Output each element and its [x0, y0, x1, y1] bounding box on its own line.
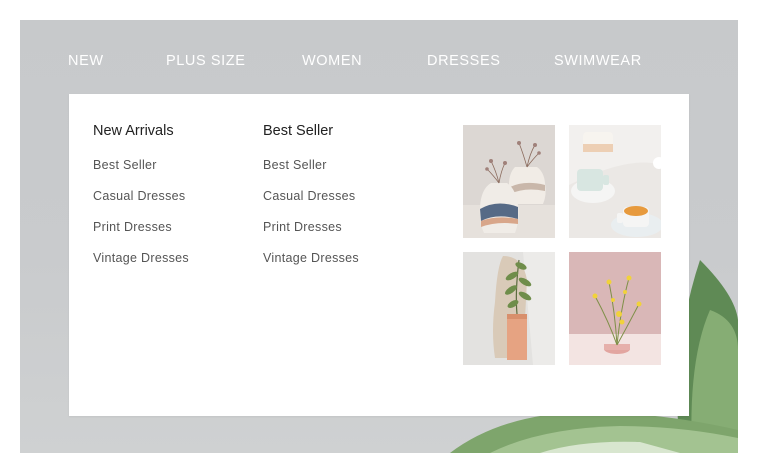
thumbnail-vase-with-sprig[interactable]: [463, 252, 555, 365]
menu-link-vintage-dresses[interactable]: Vintage Dresses: [93, 252, 189, 283]
menu-link-casual-dresses[interactable]: Casual Dresses: [93, 190, 189, 221]
menu-column-best-seller: Best Seller Best Seller Casual Dresses P…: [263, 123, 359, 283]
thumbnail-ceramic-vases[interactable]: [463, 125, 555, 238]
menu-link-vintage-dresses[interactable]: Vintage Dresses: [263, 252, 359, 283]
menu-link-best-seller[interactable]: Best Seller: [93, 159, 189, 190]
nav-item-dresses[interactable]: DRESSES: [427, 53, 501, 69]
thumbnail-yellow-flowers[interactable]: [569, 252, 661, 365]
menu-link-casual-dresses[interactable]: Casual Dresses: [263, 190, 359, 221]
hero-background: NEW PLUS SIZE WOMEN DRESSES SWIMWEAR New…: [20, 20, 738, 453]
main-navigation: NEW PLUS SIZE WOMEN DRESSES SWIMWEAR: [20, 20, 738, 94]
menu-link-print-dresses[interactable]: Print Dresses: [263, 221, 359, 252]
menu-link-best-seller[interactable]: Best Seller: [263, 159, 359, 190]
nav-item-plus-size[interactable]: PLUS SIZE: [166, 53, 246, 69]
nav-item-new[interactable]: NEW: [68, 53, 104, 69]
mega-menu-dropdown: New Arrivals Best Seller Casual Dresses …: [69, 94, 689, 416]
thumbnail-ceramic-cups[interactable]: [569, 125, 661, 238]
column-heading: Best Seller: [263, 123, 334, 139]
column-heading: New Arrivals: [93, 123, 174, 139]
nav-item-women[interactable]: WOMEN: [302, 53, 362, 69]
nav-item-swimwear[interactable]: SWIMWEAR: [554, 53, 642, 69]
menu-link-print-dresses[interactable]: Print Dresses: [93, 221, 189, 252]
menu-column-new-arrivals: New Arrivals Best Seller Casual Dresses …: [93, 123, 189, 283]
